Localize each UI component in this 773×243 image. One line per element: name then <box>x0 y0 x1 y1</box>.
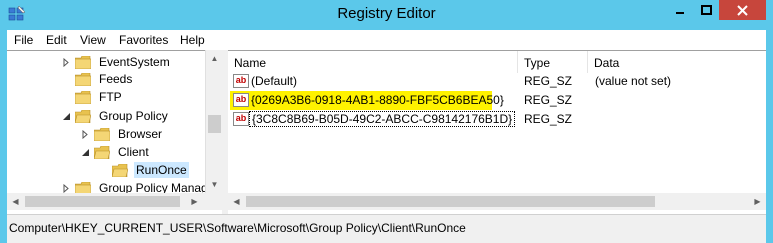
registry-path: Computer\HKEY_CURRENT_USER\Software\Micr… <box>9 221 466 235</box>
value-type: REG_SZ <box>524 74 573 88</box>
folder-icon <box>75 72 91 86</box>
scroll-left-icon[interactable]: ◀ <box>7 193 24 210</box>
folder-open-icon <box>94 145 110 159</box>
close-button[interactable] <box>719 0 766 20</box>
folder-open-icon <box>75 109 91 123</box>
maximize-button[interactable] <box>693 0 719 20</box>
list-horizontal-scrollbar[interactable]: ◀ ▶ <box>228 193 766 210</box>
scrollbar-thumb[interactable] <box>246 196 655 207</box>
tree-item-ftp[interactable]: FTP <box>75 88 124 106</box>
menu-edit[interactable]: Edit <box>46 33 67 47</box>
folder-icon <box>75 90 91 104</box>
chevron-expanded-icon[interactable] <box>61 111 71 121</box>
folder-icon <box>75 55 91 69</box>
scroll-down-icon[interactable]: ▼ <box>206 176 223 193</box>
window-frame-left <box>0 50 7 243</box>
minimize-button[interactable] <box>667 0 693 20</box>
value-data: (value not set) <box>595 74 672 88</box>
tree-item-label: Client <box>118 145 149 159</box>
chevron-expanded-icon[interactable] <box>80 147 90 157</box>
close-icon <box>737 4 748 16</box>
value-type: REG_SZ <box>524 112 573 126</box>
status-bar: Computer\HKEY_CURRENT_USER\Software\Micr… <box>7 214 766 243</box>
value-name: {0269A3B6-0918-4AB1-8890-FBF5CB6BEA50} <box>251 93 504 107</box>
tree-item-label: Group Policy <box>99 109 168 123</box>
string-value-icon: ab <box>233 93 249 107</box>
value-name: {3C8C8B69-B05D-49C2-ABCC-C98142176B1D} <box>249 111 516 127</box>
menu-bar: File Edit View Favorites Help <box>0 30 773 50</box>
tree-item-label: EventSystem <box>99 55 170 69</box>
window-title: Registry Editor <box>337 5 436 22</box>
tree-item-label: Feeds <box>99 72 133 86</box>
list-row-default[interactable]: ab (Default) REG_SZ (value not set) <box>228 72 766 91</box>
folder-icon <box>94 127 110 141</box>
menu-view[interactable]: View <box>80 33 106 47</box>
tree-item-group-policy[interactable]: Group Policy <box>61 107 170 125</box>
tree-item-runonce[interactable]: RunOnce <box>112 161 189 179</box>
scroll-right-icon[interactable]: ▶ <box>186 193 203 210</box>
tree-item-client[interactable]: Client <box>80 143 151 161</box>
tree-horizontal-scrollbar[interactable]: ◀ ▶ <box>7 193 222 210</box>
menu-help[interactable]: Help <box>180 33 205 47</box>
title-bar[interactable]: Registry Editor <box>0 0 773 30</box>
value-name: (Default) <box>251 74 298 88</box>
scrollbar-thumb[interactable] <box>208 115 221 133</box>
scroll-left-icon[interactable]: ◀ <box>228 193 245 210</box>
folder-open-icon <box>112 163 128 177</box>
list-row-guid-2[interactable]: ab {3C8C8B69-B05D-49C2-ABCC-C98142176B1D… <box>228 110 766 129</box>
registry-tree[interactable]: EventSystem Feeds FTP Group Policy Brows… <box>7 50 222 214</box>
scrollbar-thumb[interactable] <box>25 196 180 207</box>
minimize-icon <box>676 12 684 14</box>
tree-item-label: RunOnce <box>134 162 189 178</box>
tree-vertical-scrollbar[interactable]: ▲ ▼ <box>205 50 222 193</box>
chevron-right-icon[interactable] <box>61 57 71 67</box>
scroll-up-icon[interactable]: ▲ <box>206 50 223 67</box>
maximize-icon <box>700 5 712 15</box>
tree-item-browser[interactable]: Browser <box>80 125 164 143</box>
column-header-data[interactable]: Data <box>588 51 766 73</box>
menu-file[interactable]: File <box>14 33 33 47</box>
chevron-right-icon[interactable] <box>61 183 71 193</box>
tree-item-eventsystem[interactable]: EventSystem <box>61 53 172 71</box>
values-list[interactable]: Name Type Data ab (Default) REG_SZ (valu… <box>228 50 766 214</box>
window-frame-right <box>766 50 773 243</box>
tree-item-label: Browser <box>118 127 163 141</box>
string-value-icon: ab <box>233 112 249 126</box>
value-type: REG_SZ <box>524 93 573 107</box>
column-header-type[interactable]: Type <box>518 51 588 73</box>
string-value-icon: ab <box>233 74 249 88</box>
column-header-name[interactable]: Name <box>228 51 518 73</box>
menu-favorites[interactable]: Favorites <box>119 33 168 47</box>
tree-item-label: FTP <box>99 90 122 104</box>
scroll-right-icon[interactable]: ▶ <box>749 193 766 210</box>
tree-item-feeds[interactable]: Feeds <box>75 70 134 88</box>
chevron-right-icon[interactable] <box>80 129 90 139</box>
list-row-guid-1[interactable]: ab {0269A3B6-0918-4AB1-8890-FBF5CB6BEA50… <box>228 91 766 110</box>
